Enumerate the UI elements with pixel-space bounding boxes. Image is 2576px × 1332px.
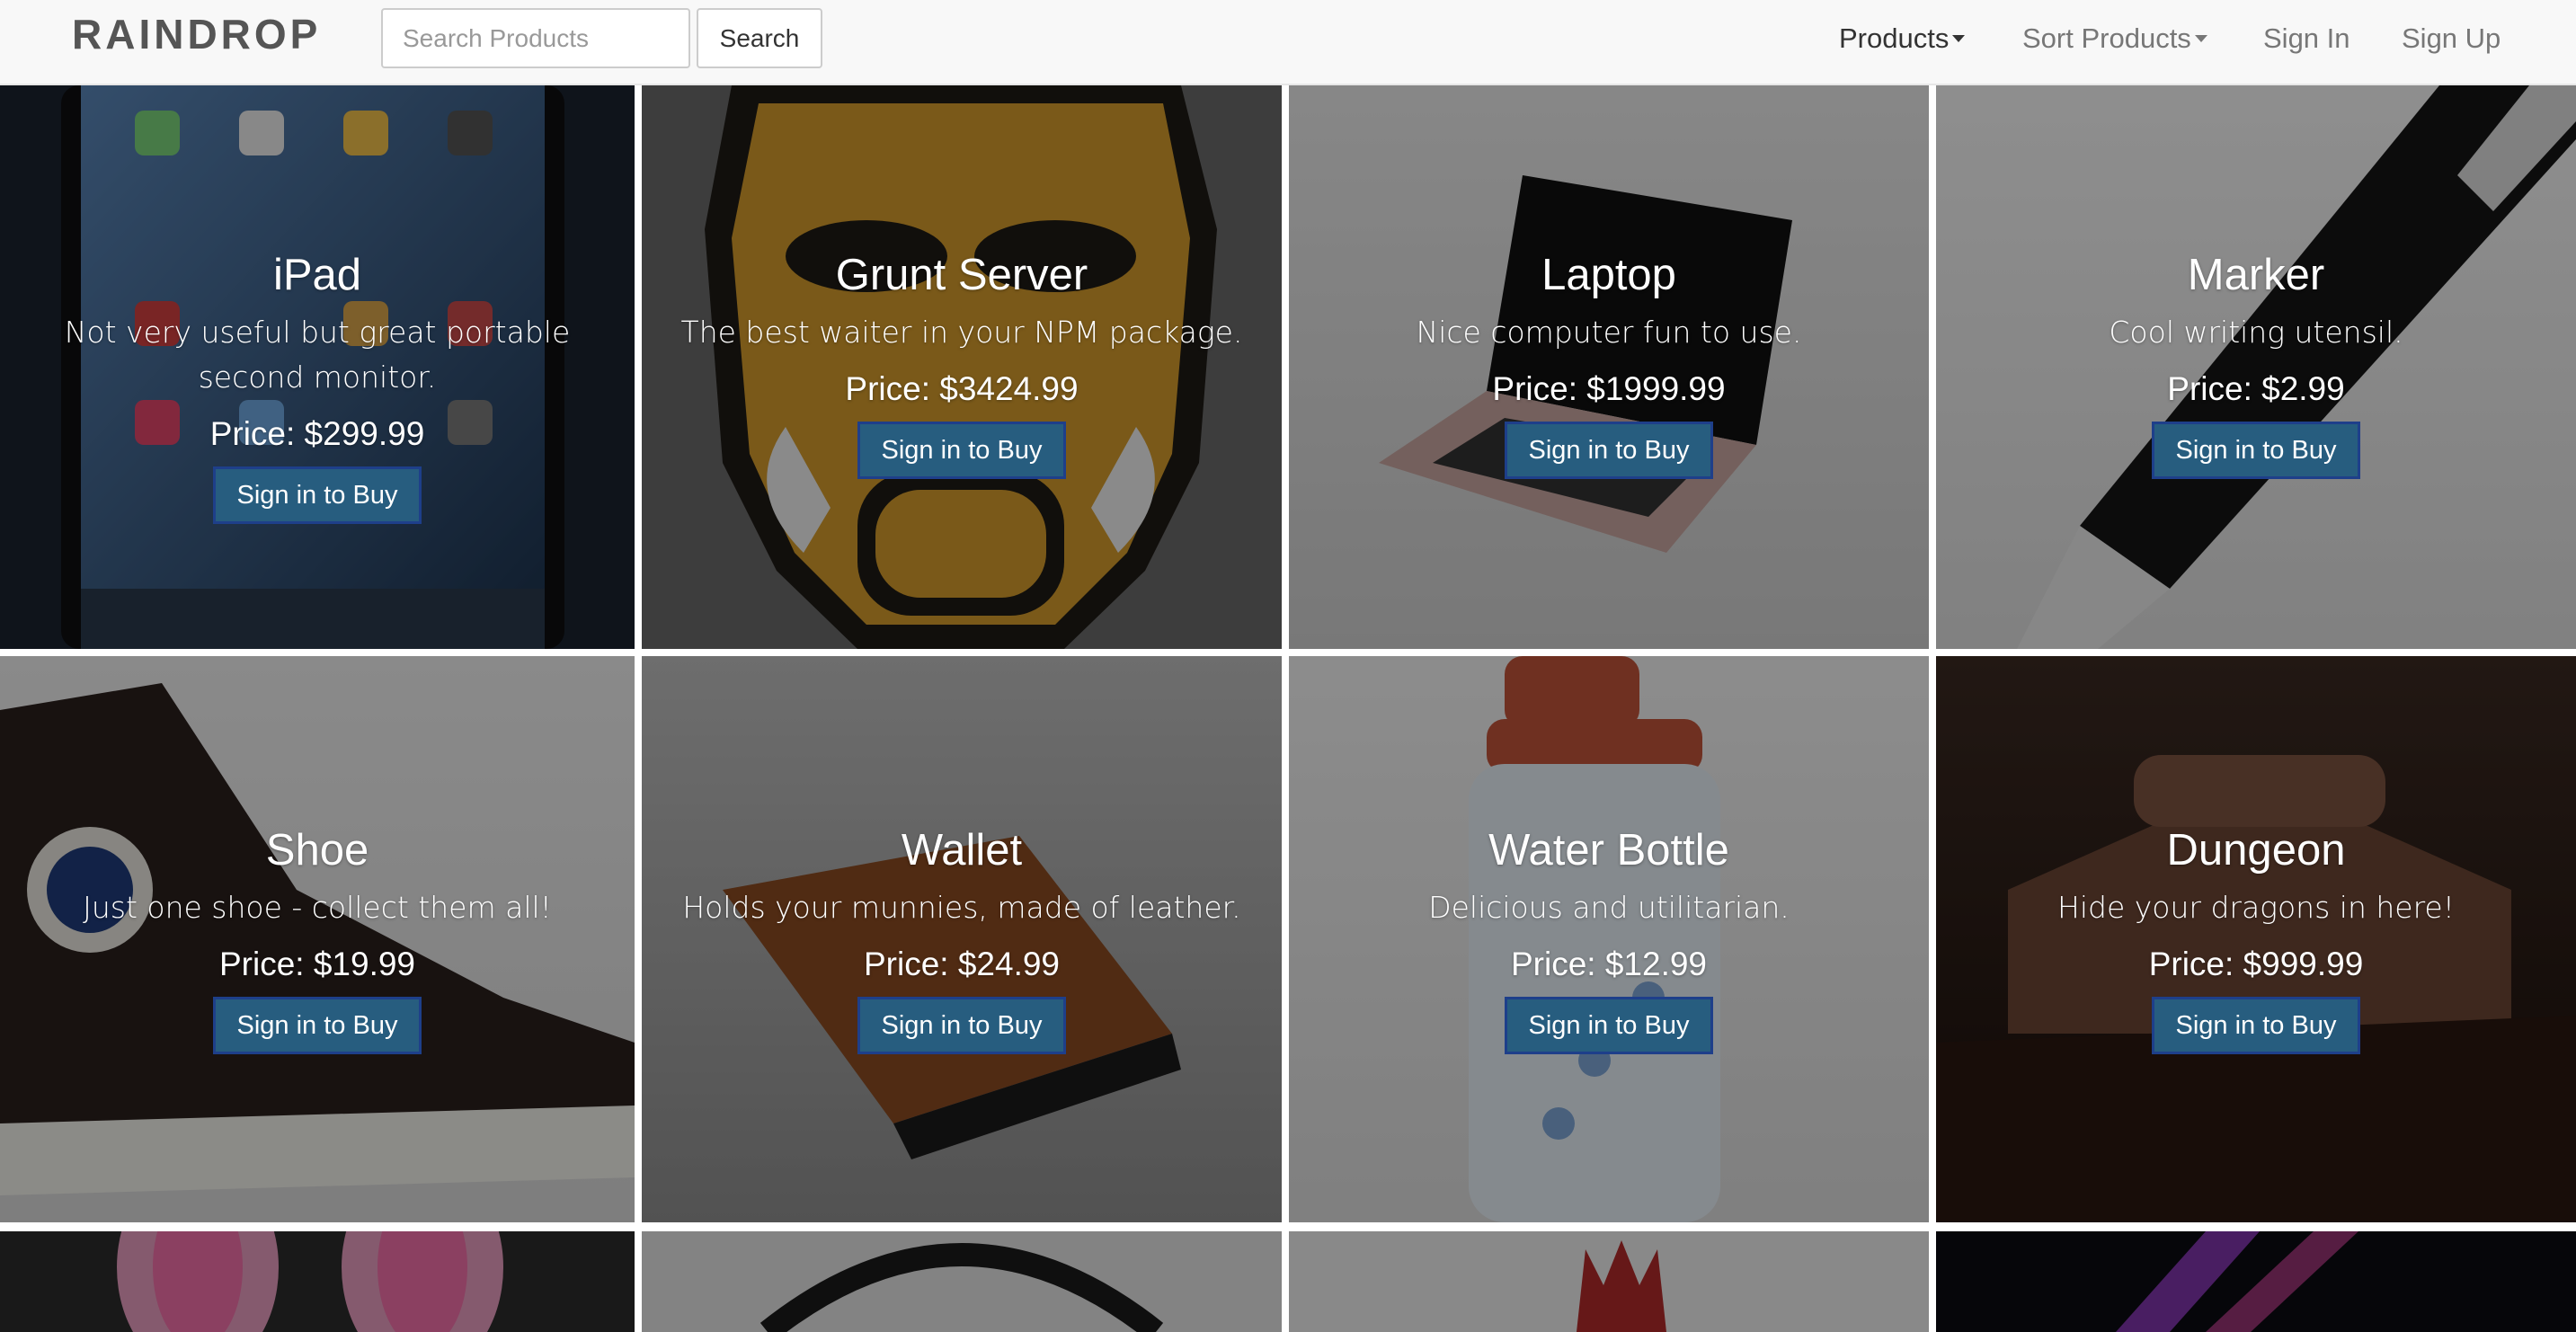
product-card: Shoe Just one shoe - collect them all! P… xyxy=(0,656,635,1222)
product-description: Just one shoe - collect them all! xyxy=(83,890,552,925)
product-description: Holds your munnies, made of leather. xyxy=(682,890,1241,925)
sign-in-to-buy-button[interactable]: Sign in to Buy xyxy=(2151,997,2361,1054)
products-dropdown-label: Products xyxy=(1839,22,1950,54)
sign-in-link[interactable]: Sign In xyxy=(2263,0,2350,77)
sort-products-label: Sort Products xyxy=(2022,22,2191,54)
product-card: iPad Not very useful but great portable … xyxy=(0,85,635,649)
product-card: Marker Cool writing utensil. Price: $2.9… xyxy=(1936,85,2576,649)
product-name: Laptop xyxy=(1541,251,1676,299)
product-name: iPad xyxy=(272,251,362,299)
product-price: Price: $12.99 xyxy=(1510,946,1708,982)
product-price: Price: $1999.99 xyxy=(1492,370,1726,407)
sign-up-link[interactable]: Sign Up xyxy=(2402,0,2500,77)
product-description: Hide your dragons in here! xyxy=(2057,890,2455,925)
product-price: Price: $3424.99 xyxy=(845,370,1079,407)
sign-in-to-buy-button[interactable]: Sign in to Buy xyxy=(212,466,422,524)
product-price: Price: $299.99 xyxy=(209,415,425,452)
sign-in-to-buy-button[interactable]: Sign in to Buy xyxy=(1504,997,1714,1054)
product-price: Price: $19.99 xyxy=(218,946,416,982)
product-description: Delicious and utilitarian. xyxy=(1428,890,1790,925)
product-card: Water Bottle Delicious and utilitarian. … xyxy=(1289,656,1929,1222)
product-name: Water Bottle xyxy=(1488,826,1729,875)
caret-down-icon xyxy=(1952,34,1966,42)
product-name: Marker xyxy=(2187,251,2325,299)
product-card xyxy=(642,1231,1282,1332)
product-grid: iPad Not very useful but great portable … xyxy=(0,85,2576,1332)
product-name: Wallet xyxy=(901,826,1023,875)
search-button[interactable]: Search xyxy=(697,8,822,68)
product-description: Not very useful but great portable secon… xyxy=(64,315,571,395)
sign-in-to-buy-button[interactable]: Sign in to Buy xyxy=(212,997,422,1054)
product-name: Shoe xyxy=(265,826,369,875)
sort-products-dropdown[interactable]: Sort Products xyxy=(2022,0,2207,77)
product-price: Price: $24.99 xyxy=(863,946,1061,982)
products-dropdown[interactable]: Products xyxy=(1839,0,1966,77)
search-input[interactable] xyxy=(381,8,690,68)
product-price: Price: $2.99 xyxy=(2167,370,2345,407)
product-description: The best waiter in your NPM package. xyxy=(680,315,1243,350)
product-card: Dungeon Hide your dragons in here! Price… xyxy=(1936,656,2576,1222)
product-name: Grunt Server xyxy=(835,251,1088,299)
product-card: Laptop Nice computer fun to use. Price: … xyxy=(1289,85,1929,649)
caret-down-icon xyxy=(2194,34,2207,42)
product-card: Grunt Server The best waiter in your NPM… xyxy=(642,85,1282,649)
product-card xyxy=(1289,1231,1929,1332)
product-card: Wallet Holds your munnies, made of leath… xyxy=(642,656,1282,1222)
product-price: Price: $999.99 xyxy=(2148,946,2364,982)
brand-logo[interactable]: RAINDROP xyxy=(72,0,321,68)
product-description: Nice computer fun to use. xyxy=(1416,315,1802,350)
sign-in-to-buy-button[interactable]: Sign in to Buy xyxy=(857,997,1067,1054)
product-card xyxy=(1936,1231,2576,1332)
navbar: RAINDROP Search Products Sort Products S… xyxy=(0,0,2576,85)
sign-in-to-buy-button[interactable]: Sign in to Buy xyxy=(1504,422,1714,479)
sign-in-to-buy-button[interactable]: Sign in to Buy xyxy=(857,422,1067,479)
product-name: Dungeon xyxy=(2166,826,2346,875)
sign-in-to-buy-button[interactable]: Sign in to Buy xyxy=(2151,422,2361,479)
product-card xyxy=(0,1231,635,1332)
product-description: Cool writing utensil. xyxy=(2109,315,2403,350)
